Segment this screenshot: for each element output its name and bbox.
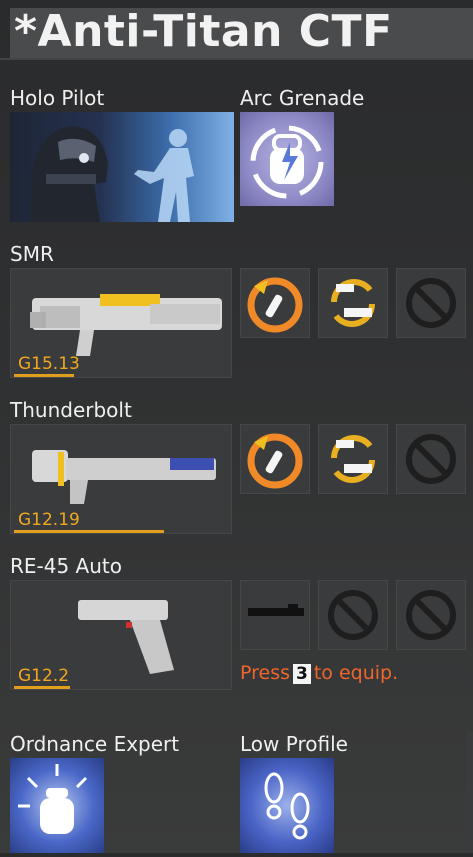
arc-grenade-tile[interactable]: [240, 112, 334, 206]
empty-slot-icon: [406, 590, 456, 640]
primary-weapon-name: SMR: [10, 242, 54, 266]
primary-gen-code: G15.13: [18, 354, 80, 374]
sidearm-mod3[interactable]: [396, 580, 466, 650]
hint-after: to equip.: [313, 662, 399, 684]
primary-mod3[interactable]: [396, 268, 466, 338]
grenade-icon: [18, 764, 88, 834]
loadout-title: *Anti-Titan CTF: [14, 6, 393, 57]
primary-mod2[interactable]: [318, 268, 388, 338]
low-profile-tile[interactable]: [240, 758, 334, 853]
weapon-swap-icon: [331, 435, 375, 483]
sidearm-gen-code: G12.2: [18, 666, 70, 686]
hint-key: 3: [293, 664, 311, 684]
empty-slot-icon: [406, 434, 456, 484]
sidearm-mod1[interactable]: [240, 580, 310, 650]
primary-mod1[interactable]: [240, 268, 310, 338]
hint-before: Press: [240, 662, 291, 684]
sidearm-mod2[interactable]: [318, 580, 388, 650]
ordnance-expert-tile[interactable]: [10, 758, 104, 853]
secondary-weapon-tile[interactable]: G12.19: [10, 424, 232, 534]
weapon-swap-icon: [331, 279, 375, 327]
tactical-label: Holo Pilot: [10, 86, 105, 110]
gen-progress: [14, 374, 74, 377]
empty-slot-icon: [328, 590, 378, 640]
holo-pilot-tile[interactable]: [10, 112, 234, 222]
gen-progress: [14, 530, 164, 533]
secondary-mod3[interactable]: [396, 424, 466, 494]
kit2-label: Low Profile: [240, 732, 348, 756]
divider: [0, 58, 473, 60]
pilot-art-icon: [30, 126, 194, 222]
secondary-weapon-name: Thunderbolt: [10, 398, 132, 422]
primary-weapon-tile[interactable]: G15.13: [10, 268, 232, 378]
arc-grenade-icon: [250, 125, 324, 199]
next-kit-edge: [466, 732, 473, 853]
extended-mag-icon: [248, 604, 304, 616]
footsteps-icon: [264, 772, 310, 840]
secondary-mod2[interactable]: [318, 424, 388, 494]
fast-reload-icon: [247, 277, 303, 333]
gen-progress: [14, 686, 70, 689]
fast-reload-icon: [247, 433, 303, 489]
kit1-label: Ordnance Expert: [10, 732, 180, 756]
sidearm-weapon-name: RE-45 Auto: [10, 554, 122, 578]
secondary-gen-code: G12.19: [18, 510, 80, 530]
empty-slot-icon: [406, 278, 456, 328]
equip-hint: Press 3 to equip.: [240, 662, 398, 684]
ordnance-label: Arc Grenade: [240, 86, 365, 110]
sidearm-weapon-tile[interactable]: G12.2: [10, 580, 232, 690]
secondary-mod1[interactable]: [240, 424, 310, 494]
